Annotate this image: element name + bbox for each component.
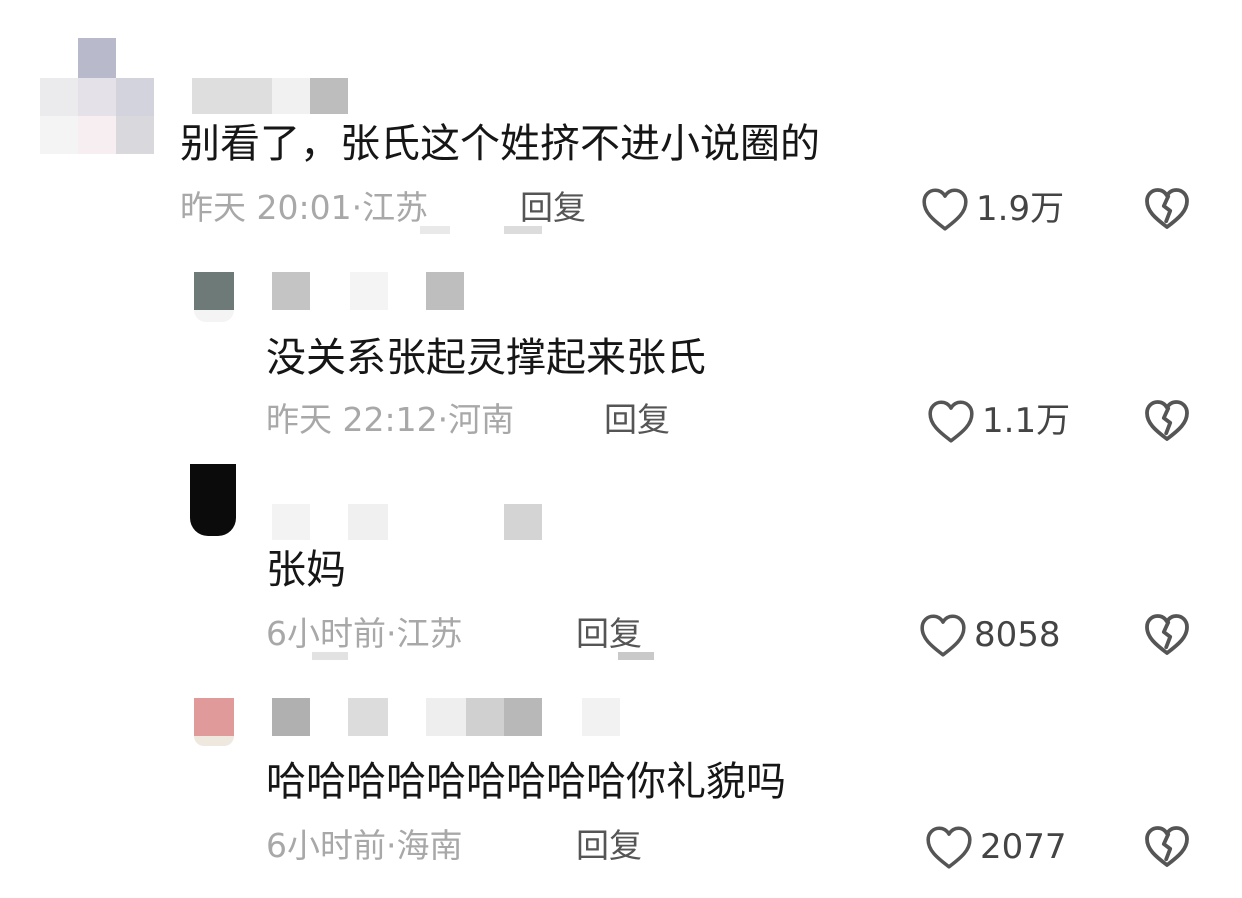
meta-separator: · [386, 614, 397, 653]
avatar[interactable] [194, 272, 234, 324]
comment-text: 没关系张起灵撑起来张氏 [266, 335, 706, 381]
comment-time: 6小时前 [266, 614, 386, 653]
blur-artifact [312, 652, 348, 660]
like-count: 1.1万 [982, 401, 1071, 441]
broken-heart-icon [1143, 612, 1191, 656]
broken-heart-icon [1143, 824, 1191, 868]
like-count: 1.9万 [976, 189, 1065, 229]
reply-button[interactable]: 回复 [520, 188, 586, 228]
like-button[interactable]: 8058 [918, 612, 1061, 658]
avatar[interactable] [190, 464, 236, 538]
blur-artifact [420, 226, 450, 234]
meta-separator: · [351, 188, 363, 227]
like-count: 8058 [974, 615, 1061, 655]
like-button[interactable]: 1.1万 [926, 398, 1070, 444]
comment-text: 别看了，张氏这个姓挤不进小说圈的 [180, 121, 820, 167]
heart-outline-icon [924, 824, 974, 870]
broken-heart-icon [1143, 186, 1191, 230]
blur-artifact [618, 652, 654, 660]
comment-time: 昨天 22:12 [266, 400, 438, 439]
dislike-button[interactable] [1143, 186, 1191, 230]
reply-button[interactable]: 回复 [576, 614, 642, 654]
meta-separator: · [386, 826, 397, 865]
comment-meta: 6小时前·海南 [266, 826, 463, 866]
username[interactable] [192, 78, 352, 114]
heart-outline-icon [926, 398, 976, 444]
meta-separator: · [437, 400, 449, 439]
reply-button[interactable]: 回复 [604, 400, 670, 440]
broken-heart-icon [1143, 398, 1191, 442]
comment-text: 哈哈哈哈哈哈哈哈哈你礼貌吗 [266, 759, 786, 805]
comment-meta: 昨天 22:12·河南 [266, 400, 514, 440]
comment-location: 河南 [448, 400, 515, 439]
username[interactable] [272, 272, 472, 310]
reply-button[interactable]: 回复 [576, 826, 642, 866]
avatar[interactable] [40, 38, 156, 156]
comment-location: 江苏 [362, 188, 429, 227]
comment-meta: 6小时前·江苏 [266, 614, 463, 654]
comment-time: 6小时前 [266, 826, 386, 865]
username[interactable] [272, 504, 552, 540]
comment-meta: 昨天 20:01·江苏 [180, 188, 428, 228]
comment-text: 张妈 [266, 547, 346, 593]
like-button[interactable]: 2077 [924, 824, 1067, 870]
username[interactable] [272, 698, 632, 736]
comment-time: 昨天 20:01 [180, 188, 352, 227]
blur-artifact [504, 226, 542, 234]
heart-outline-icon [918, 612, 968, 658]
like-count: 2077 [980, 827, 1067, 867]
comment-location: 江苏 [396, 614, 463, 653]
dislike-button[interactable] [1143, 824, 1191, 868]
like-button[interactable]: 1.9万 [920, 186, 1064, 232]
dislike-button[interactable] [1143, 612, 1191, 656]
dislike-button[interactable] [1143, 398, 1191, 442]
comment-location: 海南 [396, 826, 463, 865]
avatar[interactable] [194, 698, 234, 748]
heart-outline-icon [920, 186, 970, 232]
